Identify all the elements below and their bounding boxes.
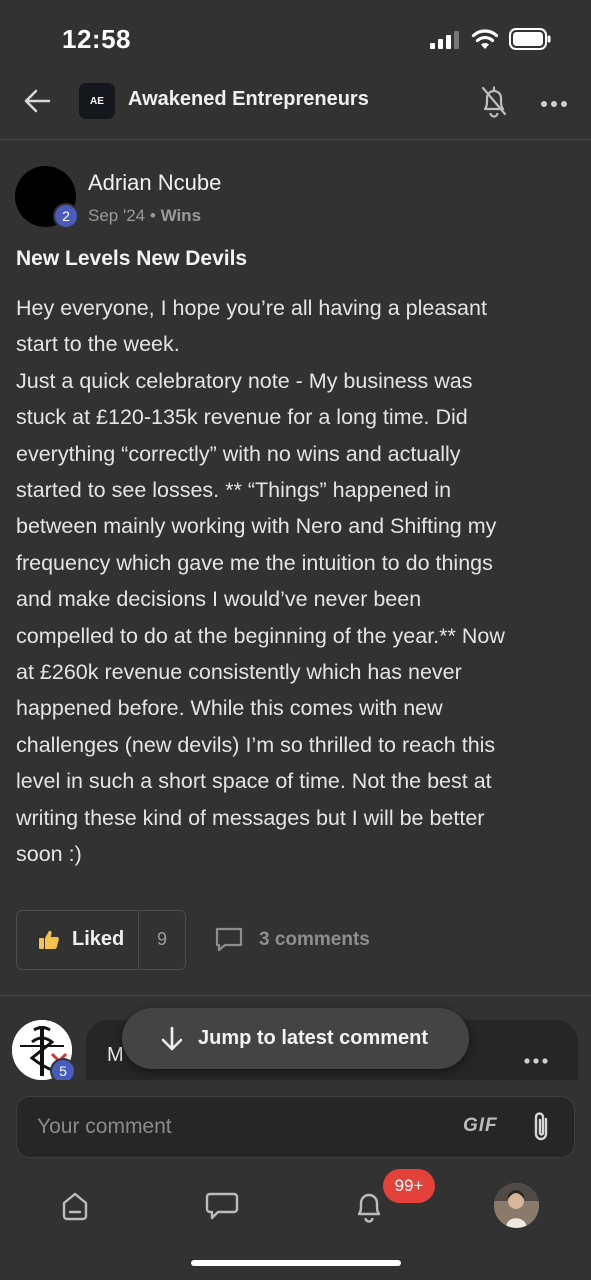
- bell-off-icon[interactable]: [478, 84, 510, 118]
- liked-label[interactable]: Liked: [72, 928, 124, 951]
- back-button[interactable]: [20, 84, 54, 118]
- wifi-icon: [471, 28, 499, 50]
- nav-notifications-icon[interactable]: [353, 1188, 385, 1224]
- nav-chat-icon[interactable]: [204, 1190, 240, 1222]
- signal-icon: [430, 31, 461, 49]
- post-meta: Sep '24 • Wins: [88, 206, 201, 226]
- section-divider: [0, 995, 591, 996]
- arrow-down-icon: [161, 1026, 183, 1050]
- group-name[interactable]: Awakened Entrepreneurs: [128, 88, 369, 111]
- commenter-name[interactable]: M: [107, 1044, 124, 1067]
- post-category[interactable]: Wins: [161, 206, 201, 225]
- post-body: Hey everyone, I hope you’re all having a…: [16, 296, 505, 867]
- home-indicator: [191, 1260, 401, 1266]
- author-name[interactable]: Adrian Ncube: [88, 170, 221, 196]
- more-options-icon[interactable]: [540, 96, 568, 107]
- post-date: Sep '24: [88, 206, 146, 225]
- comment-more-icon[interactable]: [524, 1052, 548, 1064]
- nav-home-icon[interactable]: [58, 1189, 92, 1223]
- gif-button[interactable]: GIF: [463, 1115, 498, 1137]
- status-time: 12:58: [62, 24, 131, 54]
- notification-badge: 99+: [383, 1169, 435, 1203]
- battery-icon: [509, 28, 551, 50]
- jump-label: Jump to latest comment: [198, 1027, 429, 1049]
- comments-count[interactable]: 3 comments: [259, 929, 370, 951]
- jump-to-latest-button[interactable]: Jump to latest comment: [122, 1008, 469, 1069]
- paperclip-icon[interactable]: [528, 1109, 554, 1145]
- thumbs-up-icon: [38, 929, 60, 951]
- post-title: New Levels New Devils: [16, 247, 248, 270]
- like-divider: [138, 910, 139, 970]
- comment-icon[interactable]: [214, 927, 244, 953]
- nav-profile-avatar[interactable]: [494, 1183, 539, 1228]
- meta-separator: •: [149, 206, 156, 225]
- header-divider: [0, 139, 591, 140]
- arrow-left-icon: [24, 89, 51, 113]
- level-badge: 2: [53, 203, 79, 229]
- like-count[interactable]: 9: [157, 929, 167, 950]
- group-logo[interactable]: AE: [79, 83, 115, 119]
